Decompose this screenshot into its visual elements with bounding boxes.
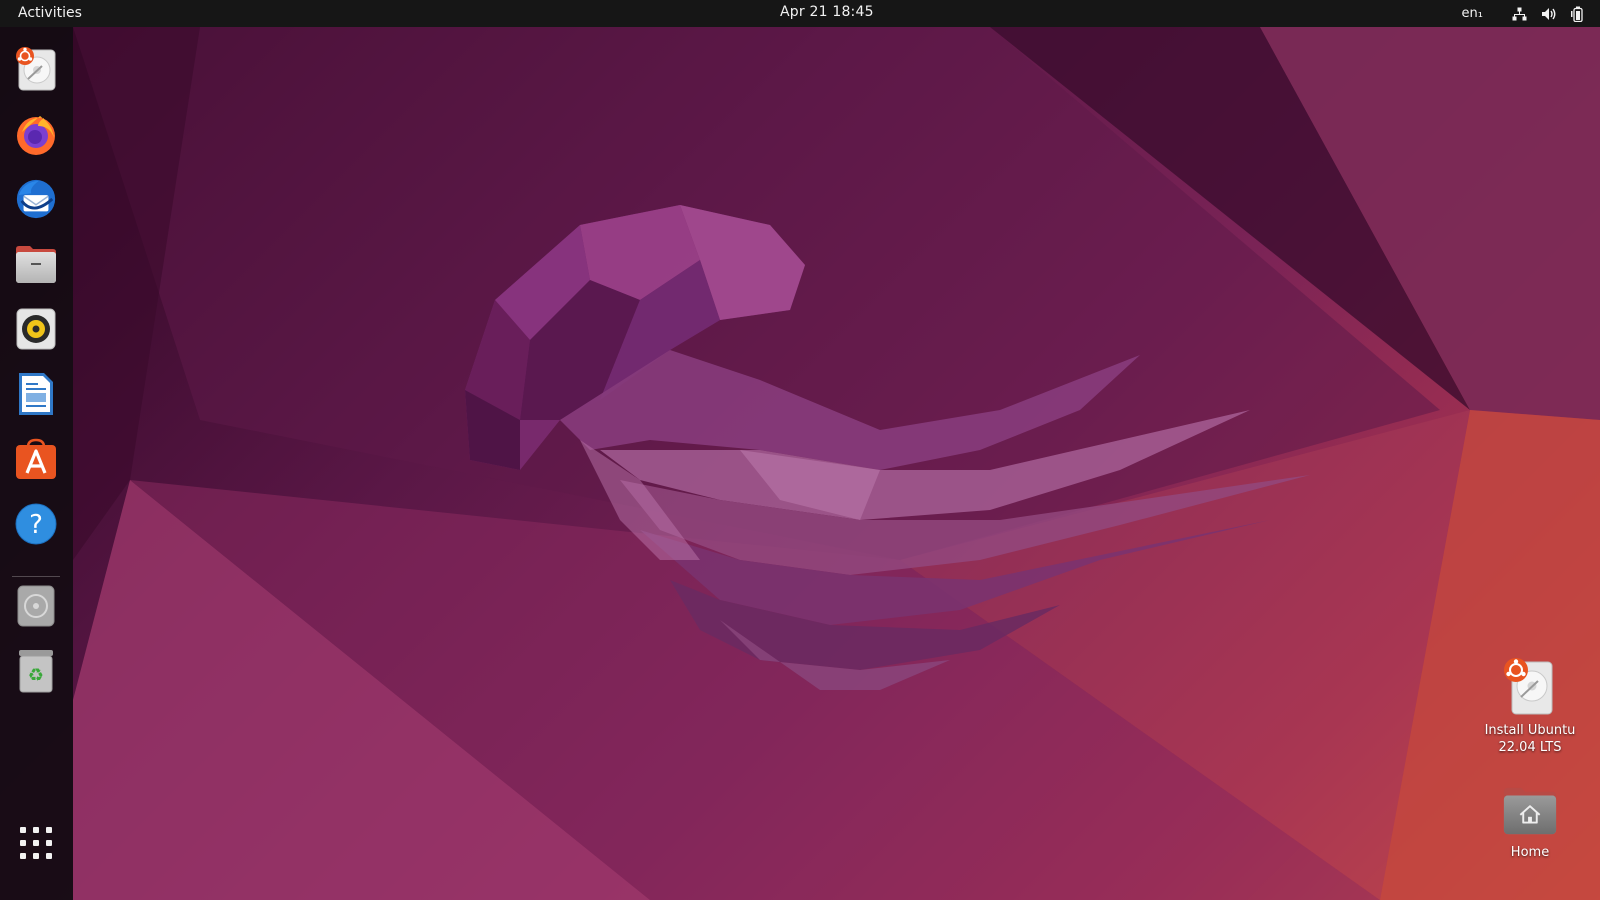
dock-firefox[interactable]	[14, 112, 58, 156]
software-icon	[16, 438, 56, 479]
rhythmbox-icon	[16, 308, 56, 350]
language-indicator[interactable]: en₁	[1455, 0, 1505, 27]
files-icon	[16, 246, 56, 283]
help-icon: ?	[15, 503, 57, 545]
system-tray[interactable]: en₁	[1455, 0, 1592, 27]
svg-text:?: ?	[29, 510, 43, 540]
desktop-item-install-ubuntu[interactable]: Install Ubuntu 22.04 LTS	[1475, 656, 1585, 756]
dock-cd-drive[interactable]	[14, 584, 58, 628]
jellyfish-wallpaper	[73, 27, 1600, 900]
trash-icon: ♻	[19, 650, 53, 693]
clock-button[interactable]: Apr 21 18:45	[770, 0, 884, 27]
dock-rhythmbox[interactable]	[14, 307, 58, 351]
install-ubuntu-label-line2: 22.04 LTS	[1498, 740, 1562, 755]
activities-button[interactable]: Activities	[8, 0, 92, 27]
thunderbird-icon	[16, 179, 56, 219]
home-folder-icon	[1503, 787, 1557, 835]
svg-text:♻: ♻	[28, 665, 44, 686]
home-label: Home	[1510, 845, 1550, 860]
dock-libreoffice-writer[interactable]	[14, 372, 58, 416]
top-bar: Activities Apr 21 18:45 en₁	[0, 0, 1600, 27]
show-applications-button[interactable]	[20, 827, 52, 859]
desktop-item-home[interactable]: Home	[1475, 784, 1585, 861]
volume-icon[interactable]	[1534, 0, 1564, 27]
dock: ? ♻	[0, 27, 73, 900]
network-icon[interactable]	[1505, 0, 1534, 27]
dock-separator	[12, 576, 60, 577]
firefox-icon	[17, 116, 55, 155]
install-ubuntu-icon	[1504, 658, 1553, 715]
writer-icon	[19, 373, 53, 415]
dock-trash[interactable]: ♻	[14, 649, 58, 693]
desktop-background	[0, 0, 1600, 900]
install-ubuntu-icon	[16, 47, 56, 91]
dock-files[interactable]	[14, 242, 58, 286]
dock-thunderbird[interactable]	[14, 177, 58, 221]
dock-help[interactable]: ?	[14, 502, 58, 546]
apps-grid-icon	[20, 827, 26, 833]
dock-ubuntu-software[interactable]	[14, 437, 58, 481]
install-ubuntu-label-line1: Install Ubuntu	[1484, 723, 1576, 738]
home-folder-desktop-icon	[1502, 784, 1558, 838]
install-ubuntu-desktop-icon	[1502, 656, 1558, 716]
cd-drive-icon	[17, 585, 55, 627]
battery-icon[interactable]	[1564, 0, 1592, 27]
dock-install-ubuntu[interactable]	[14, 47, 58, 91]
